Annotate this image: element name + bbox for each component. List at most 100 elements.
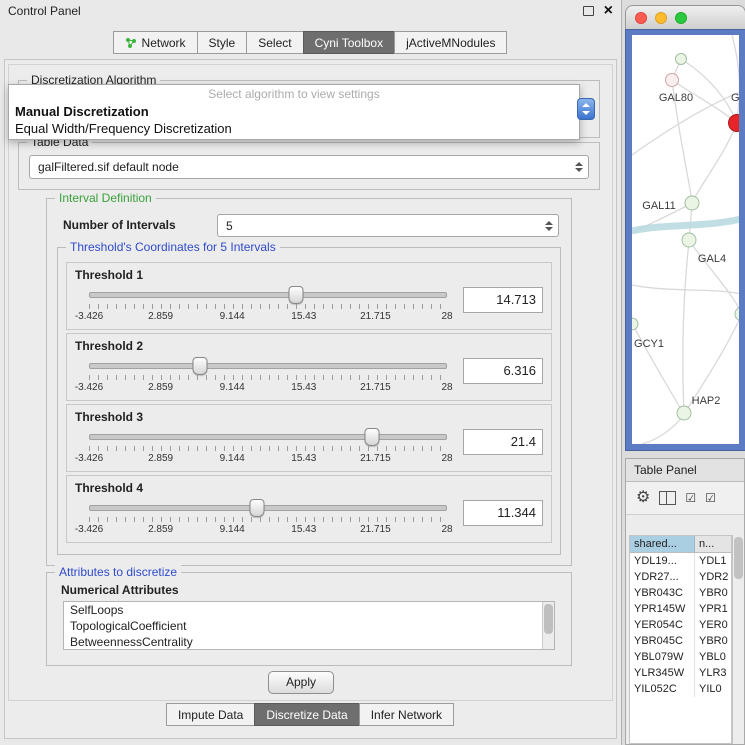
tick-label: 28 <box>441 382 452 393</box>
threshold-2-slider[interactable]: -3.426 2.859 9.144 15.43 21.715 28 <box>77 356 459 396</box>
algorithm-option-manual-discretization[interactable]: Manual Discretization <box>9 103 579 120</box>
list-item[interactable]: BetweennessCentrality <box>64 634 554 650</box>
slider-track[interactable] <box>89 292 447 298</box>
tick-label: 2.859 <box>148 453 173 464</box>
threshold-1-value-field[interactable]: 14.713 <box>463 287 543 313</box>
cell[interactable]: YIL052C <box>630 681 695 697</box>
number-of-intervals-combobox[interactable]: 5 <box>217 214 559 237</box>
cell[interactable]: YDR27... <box>630 569 695 585</box>
close-traffic-light-icon[interactable] <box>635 12 647 24</box>
network-node-gal4[interactable] <box>682 233 697 248</box>
slider-thumb[interactable] <box>288 286 303 304</box>
cell[interactable]: YPR145W <box>630 601 695 617</box>
algorithm-option-placeholder[interactable]: Select algorithm to view settings <box>9 85 579 103</box>
cell[interactable]: YER054C <box>630 617 695 633</box>
cell[interactable]: YLR3 <box>695 665 731 681</box>
algorithm-option-equal-width-frequency[interactable]: Equal Width/Frequency Discretization <box>9 120 579 137</box>
threshold-4-value-field[interactable]: 11.344 <box>463 500 543 526</box>
checkbox-icon[interactable]: ☑ <box>685 492 696 504</box>
threshold-2-value-field[interactable]: 6.316 <box>463 358 543 384</box>
tab-style[interactable]: Style <box>197 31 248 54</box>
table-row[interactable]: YBR043CYBR0 <box>630 585 731 601</box>
slider-tick-labels: -3.426 2.859 9.144 15.43 21.715 28 <box>89 524 447 536</box>
table-scrollbar[interactable] <box>732 535 744 744</box>
cell[interactable]: YPR1 <box>695 601 731 617</box>
tab-impute-data[interactable]: Impute Data <box>166 703 255 726</box>
cell[interactable]: YBL0 <box>695 649 731 665</box>
threshold-3-value-field[interactable]: 21.4 <box>463 429 543 455</box>
gear-icon[interactable]: ⚙ <box>636 490 650 506</box>
node-label-hap2: HAP2 <box>692 395 721 407</box>
list-item[interactable]: TopologicalCoefficient <box>64 618 554 634</box>
cell[interactable]: YBR043C <box>630 585 695 601</box>
table-data-combobox[interactable]: galFiltered.sif default node <box>29 155 589 179</box>
cell[interactable]: YBR0 <box>695 633 731 649</box>
cell[interactable]: YLR345W <box>630 665 695 681</box>
network-canvas[interactable]: GAL80 GA GAL11 GAL4 GCY1 HAP2 <box>632 35 739 444</box>
cell[interactable]: YBR045C <box>630 633 695 649</box>
table-row[interactable]: YBR045CYBR0 <box>630 633 731 649</box>
network-node-hap2[interactable] <box>677 406 692 421</box>
slider-thumb[interactable] <box>364 428 379 446</box>
tab-infer-network[interactable]: Infer Network <box>359 703 454 726</box>
cell[interactable]: YIL0 <box>695 681 731 697</box>
threshold-3-slider[interactable]: -3.426 2.859 9.144 15.43 21.715 28 <box>77 427 459 467</box>
columns-icon[interactable] <box>659 491 676 505</box>
slider-thumb[interactable] <box>250 499 265 517</box>
slider-ticks <box>89 517 447 522</box>
table-row[interactable]: YER054CYER0 <box>630 617 731 633</box>
tab-jactivemnodules[interactable]: jActiveMNodules <box>394 31 507 54</box>
close-icon[interactable]: × <box>604 4 613 18</box>
threshold-2-block: Threshold 2 -3.426 2.859 9.144 15.43 <box>66 333 552 401</box>
table-panel: Table Panel ⚙ ☑ ☑ shared... n... YDL19..… <box>625 458 745 745</box>
minimize-traffic-light-icon[interactable] <box>655 12 667 24</box>
network-node-selected-red[interactable] <box>728 114 739 132</box>
slider-thumb[interactable] <box>192 357 207 375</box>
tab-select[interactable]: Select <box>246 31 303 54</box>
network-node[interactable] <box>675 53 687 65</box>
slider-tick-labels: -3.426 2.859 9.144 15.43 21.715 28 <box>89 382 447 394</box>
list-item[interactable]: SelfLoops <box>64 602 554 618</box>
tick-label: 2.859 <box>148 382 173 393</box>
column-header-shared-name[interactable]: shared... <box>630 536 695 552</box>
table-row[interactable]: YDL19...YDL1 <box>630 553 731 569</box>
attributes-group: Attributes to discretize Numerical Attri… <box>46 572 572 666</box>
checkbox-icon[interactable]: ☑ <box>705 492 716 504</box>
attributes-list[interactable]: SelfLoops TopologicalCoefficient Between… <box>63 601 555 650</box>
network-node-gal11[interactable] <box>685 196 700 211</box>
network-window-titlebar[interactable] <box>625 5 745 29</box>
scrollbar-thumb[interactable] <box>734 537 743 579</box>
tick-label: 21.715 <box>360 524 391 535</box>
cell[interactable]: YDL19... <box>630 553 695 569</box>
cell[interactable]: YBL079W <box>630 649 695 665</box>
column-header-name[interactable]: n... <box>695 536 731 552</box>
float-window-icon[interactable] <box>583 6 594 16</box>
network-node-gal80[interactable] <box>665 73 679 87</box>
table-row[interactable]: YDR27...YDR2 <box>630 569 731 585</box>
algorithm-combobox-button[interactable] <box>577 98 595 120</box>
cell[interactable]: YDR2 <box>695 569 731 585</box>
tab-cyni-toolbox[interactable]: Cyni Toolbox <box>303 31 395 54</box>
tab-network[interactable]: Network <box>113 31 198 54</box>
scrollbar-thumb[interactable] <box>544 604 553 634</box>
zoom-traffic-light-icon[interactable] <box>675 12 687 24</box>
table-row[interactable]: YBL079WYBL0 <box>630 649 731 665</box>
cell[interactable]: YDL1 <box>695 553 731 569</box>
slider-track[interactable] <box>89 505 447 511</box>
cell[interactable]: YBR0 <box>695 585 731 601</box>
slider-track[interactable] <box>89 434 447 440</box>
table-row[interactable]: YPR145WYPR1 <box>630 601 731 617</box>
tick-label: -3.426 <box>75 453 103 464</box>
table-row[interactable]: YLR345WYLR3 <box>630 665 731 681</box>
slider-track[interactable] <box>89 363 447 369</box>
tab-discretize-data[interactable]: Discretize Data <box>254 703 359 726</box>
threshold-1-slider[interactable]: -3.426 2.859 9.144 15.43 21.715 28 <box>77 285 459 325</box>
threshold-1-block: Threshold 1 -3.426 2.859 9.144 15.43 <box>66 262 552 330</box>
table-row[interactable]: YIL052CYIL0 <box>630 681 731 697</box>
cell[interactable]: YER0 <box>695 617 731 633</box>
tab-label: Cyni Toolbox <box>315 36 383 50</box>
apply-button[interactable]: Apply <box>268 671 334 694</box>
attributes-scrollbar[interactable] <box>542 602 554 649</box>
bottom-tab-bar: Impute Data Discretize Data Infer Networ… <box>0 703 621 726</box>
threshold-4-slider[interactable]: -3.426 2.859 9.144 15.43 21.715 28 <box>77 498 459 538</box>
